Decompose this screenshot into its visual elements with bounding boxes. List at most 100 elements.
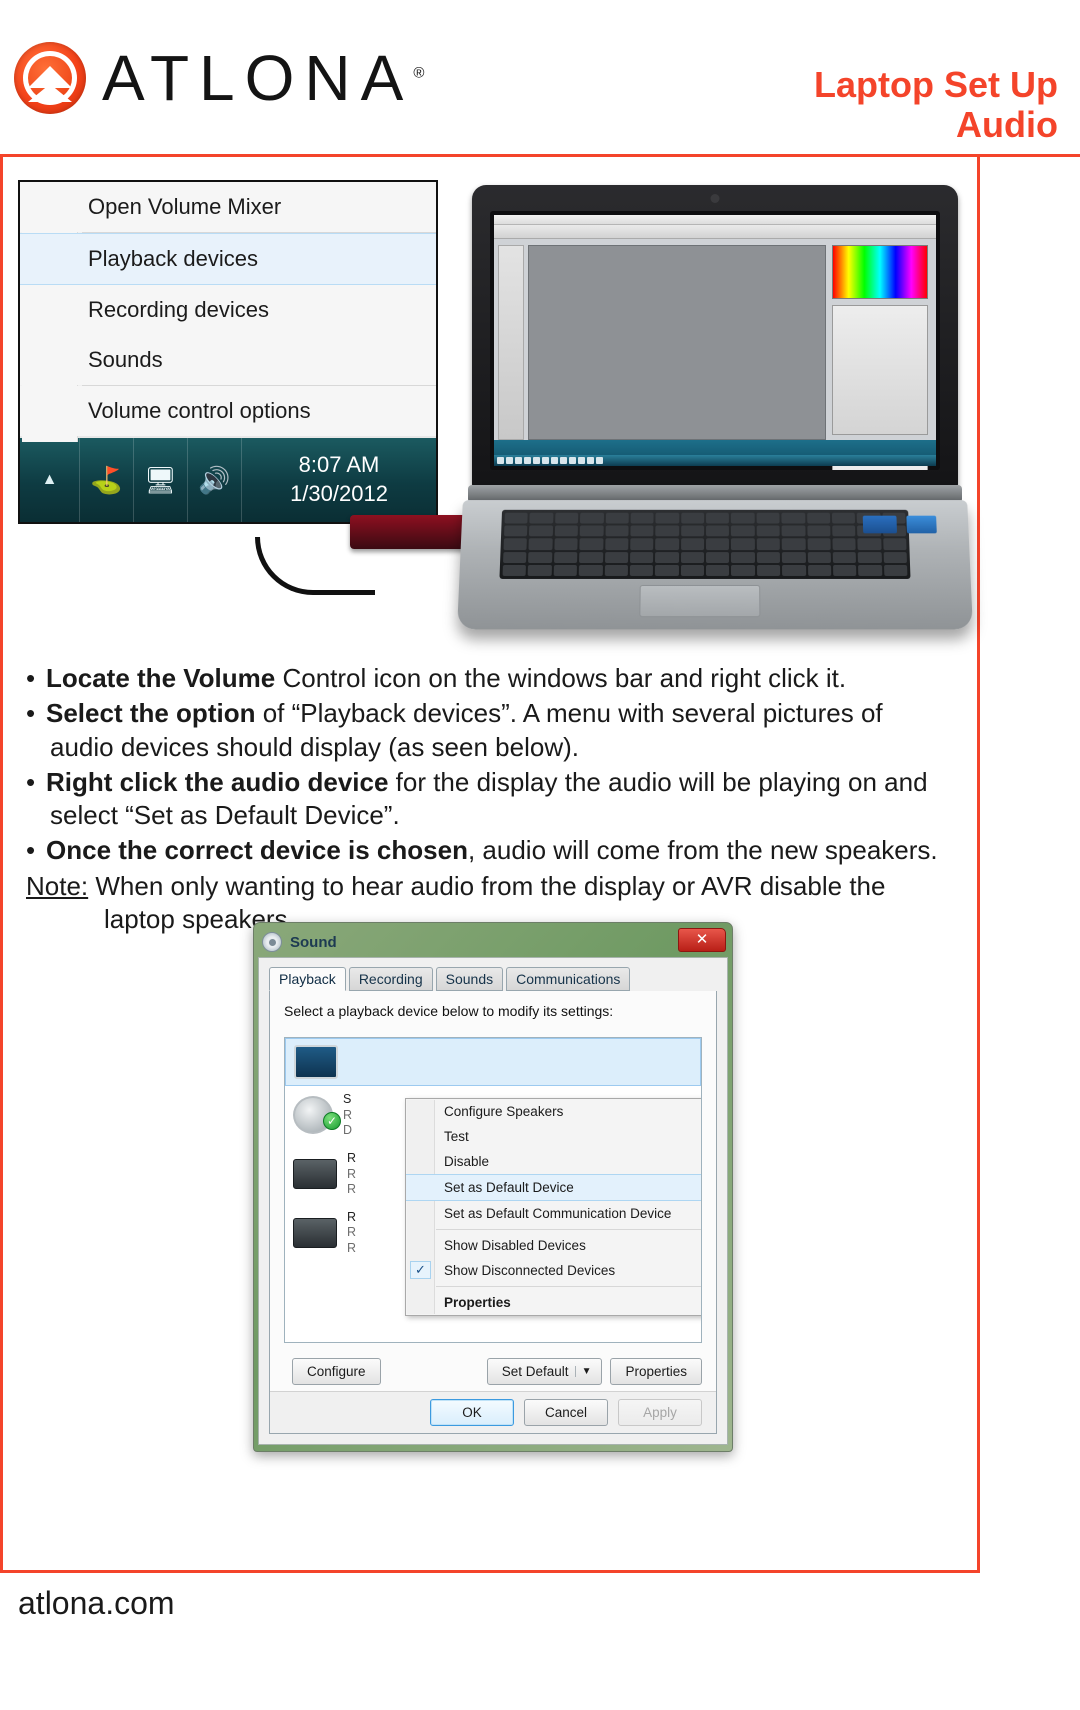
menu-item-sounds[interactable]: Sounds: [20, 335, 436, 385]
context-menu-separator: [436, 1229, 701, 1230]
bullet-2-cont: audio devices should display (as seen be…: [50, 731, 579, 762]
windows-taskbar-tray: ▲ ⛳ 🖥 🔊 8:07 AM 1/30/2012: [20, 436, 436, 522]
device-line-3: D: [343, 1123, 353, 1138]
device-button-row: Configure Set Default ▼ Properties: [284, 1358, 702, 1385]
device-label: R R R: [347, 1210, 356, 1257]
set-default-button[interactable]: Set Default ▼: [486, 1358, 603, 1385]
menu-item-recording-devices[interactable]: Recording devices: [20, 285, 436, 335]
webcam-icon: [710, 194, 720, 203]
footer-url: atlona.com: [18, 1585, 175, 1621]
bullet-3-rest: for the display the audio will be playin…: [388, 766, 928, 797]
network-icon[interactable]: 🖥: [134, 438, 188, 522]
ctx-test[interactable]: Test: [406, 1124, 701, 1149]
digital-output-icon: [293, 1159, 337, 1190]
bullet-2-rest: of “Playback devices”. A menu with sever…: [255, 698, 883, 729]
laptop-display: [490, 211, 940, 470]
bullet-4-rest: , audio will come from the new speakers.: [467, 835, 938, 866]
bullet-marker: •: [26, 698, 36, 729]
dialog-title: Sound: [290, 933, 337, 951]
clock-time: 8:07 AM: [298, 452, 380, 478]
configure-button[interactable]: Configure: [292, 1358, 381, 1385]
menu-item-open-volume-mixer[interactable]: Open Volume Mixer: [20, 182, 436, 232]
windows-sticker: [906, 515, 937, 534]
editor-toolbox: [498, 245, 524, 440]
clock-date: 1/30/2012: [290, 481, 388, 506]
ctx-set-as-default-communication-device[interactable]: Set as Default Communication Device: [406, 1201, 701, 1226]
page-title-main: Laptop Set Up: [814, 64, 1058, 105]
page-title-sub: Audio: [956, 103, 1058, 145]
taskbar-clock[interactable]: 8:07 AM 1/30/2012: [242, 438, 436, 522]
page-title: Laptop Set Up Audio: [814, 66, 1058, 145]
cancel-button[interactable]: Cancel: [524, 1399, 608, 1426]
menu-item-playback-devices[interactable]: Playback devices: [20, 233, 436, 285]
brand-wordmark: ATLONA®: [102, 42, 425, 114]
panel-hint: Select a playback device below to modify…: [284, 1003, 614, 1019]
sound-dialog-screenshot: Sound ✕ Playback Recording Sounds Commun…: [253, 922, 733, 1452]
volume-context-menu-screenshot: Open Volume Mixer Playback devices Recor…: [18, 180, 438, 524]
set-default-label: Set Default: [501, 1364, 569, 1379]
context-menu-separator: [436, 1286, 701, 1287]
bullet-3-bold: Right click the audio device: [46, 766, 389, 797]
sound-gear-icon: [262, 932, 282, 952]
page-header: ATLONA® Laptop Set Up Audio: [0, 0, 1080, 155]
tab-communications[interactable]: Communications: [506, 967, 631, 991]
default-device-check-icon: ✓: [323, 1112, 341, 1130]
chevron-down-icon[interactable]: ▼: [574, 1366, 598, 1377]
close-icon[interactable]: ✕: [678, 928, 726, 952]
ctx-disable[interactable]: Disable: [406, 1149, 701, 1174]
properties-button[interactable]: Properties: [610, 1358, 702, 1385]
tab-sounds[interactable]: Sounds: [435, 967, 504, 991]
ctx-show-disabled-devices[interactable]: Show Disabled Devices: [406, 1233, 701, 1258]
bottom-divider: [0, 1570, 980, 1573]
tabstrip: Playback Recording Sounds Communications: [269, 967, 717, 992]
atlona-logo-icon: [14, 42, 86, 114]
dialog-titlebar: Sound ✕: [258, 927, 728, 957]
layers-panel: [832, 305, 928, 435]
volume-speaker-icon[interactable]: 🔊: [188, 438, 242, 522]
left-border: [0, 154, 3, 1572]
digital-output-icon: [293, 1218, 337, 1249]
menu-item-volume-control-options[interactable]: Volume control options: [20, 386, 436, 436]
instruction-list: • Locate the Volume Control icon on the w…: [26, 662, 966, 938]
right-border: [977, 154, 980, 1572]
tab-recording[interactable]: Recording: [348, 967, 433, 991]
device-row-monitor[interactable]: [285, 1038, 701, 1086]
screen-taskbar: [494, 455, 936, 466]
header-divider: [0, 154, 1080, 157]
device-line-1: R: [347, 1209, 357, 1224]
device-context-menu: Configure Speakers Test Disable Set as D…: [405, 1098, 701, 1316]
laptop-photo: [255, 185, 973, 655]
editor-canvas: [528, 245, 826, 440]
ctx-properties[interactable]: Properties: [406, 1290, 701, 1315]
bullet-1: • Locate the Volume Control icon on the w…: [26, 662, 966, 695]
bullet-2-bold: Select the option: [46, 698, 256, 729]
playback-panel: Select a playback device below to modify…: [269, 991, 717, 1434]
tab-playback[interactable]: Playback: [269, 967, 346, 991]
ok-button[interactable]: OK: [430, 1399, 514, 1426]
device-label: S R D: [343, 1092, 352, 1139]
dialog-button-row: OK Cancel Apply: [270, 1391, 716, 1433]
dialog-body: Playback Recording Sounds Communications…: [258, 957, 728, 1445]
checkmark-icon: ✓: [410, 1261, 431, 1279]
note-label: Note:: [26, 870, 89, 901]
bullet-1-bold: Locate the Volume: [46, 663, 276, 693]
ctx-show-disconnected-devices-label: Show Disconnected Devices: [444, 1263, 616, 1278]
show-hidden-icons-arrow-icon[interactable]: ▲: [20, 438, 80, 522]
desktop-wallpaper: [494, 440, 936, 466]
ctx-set-as-default-device[interactable]: Set as Default Device: [406, 1174, 701, 1201]
laptop-lid: [472, 185, 958, 490]
device-list[interactable]: S R D ✓ R R R R R R Configure Speakers T…: [284, 1037, 702, 1343]
note-text: When only wanting to hear audio from the…: [88, 870, 886, 901]
device-line-1: R: [347, 1150, 357, 1165]
bullet-1-rest: Control icon on the windows bar and righ…: [275, 663, 847, 693]
ctx-show-disconnected-devices[interactable]: ✓ Show Disconnected Devices: [406, 1258, 701, 1283]
device-line-3: R: [347, 1241, 357, 1255]
ctx-configure-speakers[interactable]: Configure Speakers: [406, 1099, 701, 1124]
device-line-2: R: [347, 1225, 357, 1240]
bullet-2: • Select the option of “Playback devices”…: [26, 697, 966, 764]
action-center-flag-icon[interactable]: ⛳: [80, 438, 134, 522]
bullet-4: • Once the correct device is chosen, audi…: [26, 834, 966, 867]
laptop-keyboard: [499, 509, 911, 579]
intel-sticker: [862, 515, 898, 534]
bullet-3: • Right click the audio device for the di…: [26, 766, 966, 833]
